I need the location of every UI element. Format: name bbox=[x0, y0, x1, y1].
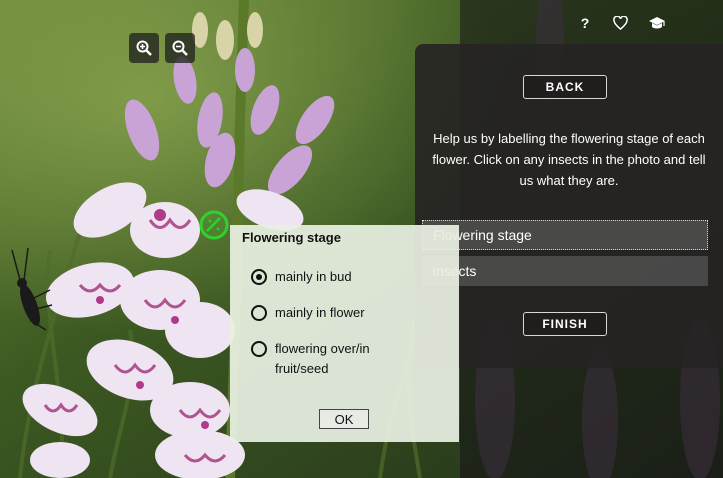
option-label: mainly in bud bbox=[275, 269, 352, 284]
radio-icon[interactable] bbox=[251, 305, 267, 321]
option-label: flowering over/in fruit/seed bbox=[275, 341, 370, 376]
option-mainly-in-bud[interactable]: mainly in bud bbox=[251, 269, 395, 287]
option-label: mainly in flower bbox=[275, 305, 365, 320]
finish-button[interactable]: FINISH bbox=[523, 312, 607, 336]
graduation-cap-icon bbox=[649, 17, 665, 29]
task-instructions: Help us by labelling the flowering stage… bbox=[432, 131, 706, 188]
radio-selected-icon[interactable] bbox=[251, 269, 267, 285]
task-panel: BACK Help us by labelling the flowering … bbox=[415, 44, 723, 368]
popup-title: Flowering stage bbox=[242, 230, 341, 245]
zoom-in-button[interactable] bbox=[129, 33, 159, 63]
option-flowering-over[interactable]: flowering over/in fruit/seed bbox=[251, 341, 395, 379]
zoom-in-icon bbox=[136, 40, 152, 56]
option-mainly-in-flower[interactable]: mainly in flower bbox=[251, 305, 395, 323]
help-icon: ? bbox=[580, 15, 590, 31]
task-flowering-stage[interactable]: Flowering stage bbox=[422, 220, 708, 250]
flower-marker-icon[interactable] bbox=[198, 209, 230, 241]
back-button[interactable]: BACK bbox=[523, 75, 607, 99]
favorite-button[interactable] bbox=[607, 10, 633, 36]
zoom-out-icon bbox=[172, 40, 188, 56]
task-insects[interactable]: Insects bbox=[422, 256, 708, 286]
heart-icon bbox=[612, 16, 628, 30]
education-button[interactable] bbox=[644, 10, 670, 36]
ok-button[interactable]: OK bbox=[319, 409, 369, 429]
zoom-out-button[interactable] bbox=[165, 33, 195, 63]
flowering-stage-popup: Flowering stage mainly in bud mainly in … bbox=[230, 225, 459, 442]
help-button[interactable]: ? bbox=[572, 10, 598, 36]
radio-icon[interactable] bbox=[251, 341, 267, 357]
